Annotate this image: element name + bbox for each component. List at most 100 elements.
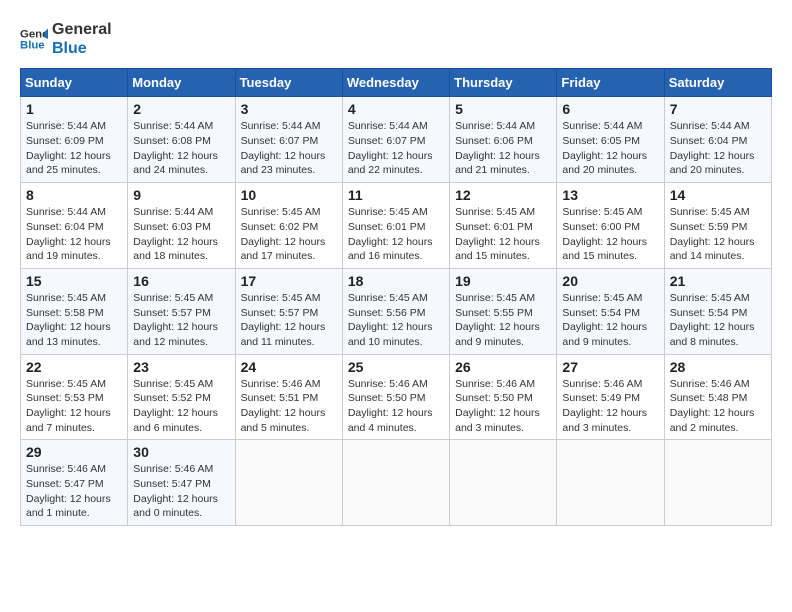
day-info: Sunrise: 5:44 AM Sunset: 6:07 PM Dayligh… bbox=[348, 119, 444, 178]
calendar-cell: 12 Sunrise: 5:45 AM Sunset: 6:01 PM Dayli… bbox=[450, 183, 557, 269]
calendar-cell: 28Sunrise: 5:46 AM Sunset: 5:48 PM Dayli… bbox=[664, 354, 771, 440]
day-number: 19 bbox=[455, 273, 551, 289]
calendar-row: 1 Sunrise: 5:44 AM Sunset: 6:09 PM Daylig… bbox=[21, 97, 772, 183]
calendar-cell: 25 Sunrise: 5:46 AM Sunset: 5:50 PM Dayli… bbox=[342, 354, 449, 440]
day-number: 7 bbox=[670, 101, 766, 117]
calendar-cell: 21 Sunrise: 5:45 AM Sunset: 5:54 PM Dayli… bbox=[664, 268, 771, 354]
day-number: 13 bbox=[562, 187, 658, 203]
calendar-cell: 15Sunrise: 5:45 AM Sunset: 5:58 PM Dayli… bbox=[21, 268, 128, 354]
day-number: 11 bbox=[348, 187, 444, 203]
calendar-cell: 23 Sunrise: 5:45 AM Sunset: 5:52 PM Dayli… bbox=[128, 354, 235, 440]
day-number: 30 bbox=[133, 444, 229, 460]
day-info: Sunrise: 5:45 AM Sunset: 5:54 PM Dayligh… bbox=[670, 291, 766, 350]
day-info: Sunrise: 5:44 AM Sunset: 6:06 PM Dayligh… bbox=[455, 119, 551, 178]
day-info: Sunrise: 5:45 AM Sunset: 6:02 PM Dayligh… bbox=[241, 205, 337, 264]
calendar-cell bbox=[235, 440, 342, 526]
day-number: 18 bbox=[348, 273, 444, 289]
calendar-row: 29Sunrise: 5:46 AM Sunset: 5:47 PM Dayli… bbox=[21, 440, 772, 526]
calendar-cell: 26 Sunrise: 5:46 AM Sunset: 5:50 PM Dayli… bbox=[450, 354, 557, 440]
day-info: Sunrise: 5:46 AM Sunset: 5:50 PM Dayligh… bbox=[455, 377, 551, 436]
day-number: 4 bbox=[348, 101, 444, 117]
logo-general: General bbox=[52, 20, 112, 39]
svg-text:General: General bbox=[20, 28, 48, 40]
weekday-header-thursday: Thursday bbox=[450, 69, 557, 97]
logo: General Blue General Blue bbox=[20, 20, 112, 58]
day-info: Sunrise: 5:44 AM Sunset: 6:09 PM Dayligh… bbox=[26, 119, 122, 178]
day-info: Sunrise: 5:45 AM Sunset: 5:52 PM Dayligh… bbox=[133, 377, 229, 436]
logo-blue: Blue bbox=[52, 39, 112, 58]
day-info: Sunrise: 5:44 AM Sunset: 6:07 PM Dayligh… bbox=[241, 119, 337, 178]
calendar-row: 8 Sunrise: 5:44 AM Sunset: 6:04 PM Daylig… bbox=[21, 183, 772, 269]
calendar-row: 22Sunrise: 5:45 AM Sunset: 5:53 PM Dayli… bbox=[21, 354, 772, 440]
day-number: 20 bbox=[562, 273, 658, 289]
calendar-cell: 2Sunrise: 5:44 AM Sunset: 6:08 PM Daylig… bbox=[128, 97, 235, 183]
day-info: Sunrise: 5:45 AM Sunset: 6:01 PM Dayligh… bbox=[348, 205, 444, 264]
calendar-cell: 11 Sunrise: 5:45 AM Sunset: 6:01 PM Dayli… bbox=[342, 183, 449, 269]
day-number: 26 bbox=[455, 359, 551, 375]
calendar-cell bbox=[450, 440, 557, 526]
calendar-cell: 3 Sunrise: 5:44 AM Sunset: 6:07 PM Daylig… bbox=[235, 97, 342, 183]
calendar-cell bbox=[342, 440, 449, 526]
day-info: Sunrise: 5:44 AM Sunset: 6:03 PM Dayligh… bbox=[133, 205, 229, 264]
day-number: 5 bbox=[455, 101, 551, 117]
day-number: 22 bbox=[26, 359, 122, 375]
day-info: Sunrise: 5:45 AM Sunset: 6:01 PM Dayligh… bbox=[455, 205, 551, 264]
day-number: 15 bbox=[26, 273, 122, 289]
day-number: 23 bbox=[133, 359, 229, 375]
calendar-cell: 1 Sunrise: 5:44 AM Sunset: 6:09 PM Daylig… bbox=[21, 97, 128, 183]
day-number: 1 bbox=[26, 101, 122, 117]
logo-icon: General Blue bbox=[20, 25, 48, 53]
calendar-cell: 22Sunrise: 5:45 AM Sunset: 5:53 PM Dayli… bbox=[21, 354, 128, 440]
day-number: 8 bbox=[26, 187, 122, 203]
calendar-cell: 27Sunrise: 5:46 AM Sunset: 5:49 PM Dayli… bbox=[557, 354, 664, 440]
day-info: Sunrise: 5:46 AM Sunset: 5:51 PM Dayligh… bbox=[241, 377, 337, 436]
calendar-row: 15Sunrise: 5:45 AM Sunset: 5:58 PM Dayli… bbox=[21, 268, 772, 354]
day-number: 3 bbox=[241, 101, 337, 117]
calendar-cell: 17 Sunrise: 5:45 AM Sunset: 5:57 PM Dayli… bbox=[235, 268, 342, 354]
day-info: Sunrise: 5:44 AM Sunset: 6:05 PM Dayligh… bbox=[562, 119, 658, 178]
day-info: Sunrise: 5:44 AM Sunset: 6:04 PM Dayligh… bbox=[670, 119, 766, 178]
calendar-cell: 10 Sunrise: 5:45 AM Sunset: 6:02 PM Dayli… bbox=[235, 183, 342, 269]
weekday-header-saturday: Saturday bbox=[664, 69, 771, 97]
day-info: Sunrise: 5:45 AM Sunset: 5:57 PM Dayligh… bbox=[133, 291, 229, 350]
calendar-cell: 8 Sunrise: 5:44 AM Sunset: 6:04 PM Daylig… bbox=[21, 183, 128, 269]
calendar-cell: 19 Sunrise: 5:45 AM Sunset: 5:55 PM Dayli… bbox=[450, 268, 557, 354]
day-number: 24 bbox=[241, 359, 337, 375]
day-info: Sunrise: 5:45 AM Sunset: 5:57 PM Dayligh… bbox=[241, 291, 337, 350]
calendar-cell: 18Sunrise: 5:45 AM Sunset: 5:56 PM Dayli… bbox=[342, 268, 449, 354]
day-number: 28 bbox=[670, 359, 766, 375]
day-number: 12 bbox=[455, 187, 551, 203]
weekday-header-tuesday: Tuesday bbox=[235, 69, 342, 97]
calendar-header: SundayMondayTuesdayWednesdayThursdayFrid… bbox=[21, 69, 772, 97]
weekday-header-monday: Monday bbox=[128, 69, 235, 97]
day-number: 29 bbox=[26, 444, 122, 460]
calendar-cell: 30Sunrise: 5:46 AM Sunset: 5:47 PM Dayli… bbox=[128, 440, 235, 526]
svg-text:Blue: Blue bbox=[20, 40, 45, 52]
day-number: 9 bbox=[133, 187, 229, 203]
day-info: Sunrise: 5:45 AM Sunset: 5:55 PM Dayligh… bbox=[455, 291, 551, 350]
calendar-body: 1 Sunrise: 5:44 AM Sunset: 6:09 PM Daylig… bbox=[21, 97, 772, 526]
weekday-header-wednesday: Wednesday bbox=[342, 69, 449, 97]
calendar-cell: 24 Sunrise: 5:46 AM Sunset: 5:51 PM Dayli… bbox=[235, 354, 342, 440]
day-number: 6 bbox=[562, 101, 658, 117]
day-info: Sunrise: 5:46 AM Sunset: 5:49 PM Dayligh… bbox=[562, 377, 658, 436]
day-info: Sunrise: 5:45 AM Sunset: 6:00 PM Dayligh… bbox=[562, 205, 658, 264]
calendar-cell bbox=[664, 440, 771, 526]
calendar-cell: 9 Sunrise: 5:44 AM Sunset: 6:03 PM Daylig… bbox=[128, 183, 235, 269]
day-info: Sunrise: 5:45 AM Sunset: 5:59 PM Dayligh… bbox=[670, 205, 766, 264]
calendar-cell: 29Sunrise: 5:46 AM Sunset: 5:47 PM Dayli… bbox=[21, 440, 128, 526]
header-row: SundayMondayTuesdayWednesdayThursdayFrid… bbox=[21, 69, 772, 97]
day-number: 25 bbox=[348, 359, 444, 375]
calendar-cell: 6 Sunrise: 5:44 AM Sunset: 6:05 PM Daylig… bbox=[557, 97, 664, 183]
weekday-header-sunday: Sunday bbox=[21, 69, 128, 97]
day-number: 21 bbox=[670, 273, 766, 289]
calendar-cell bbox=[557, 440, 664, 526]
calendar-table: SundayMondayTuesdayWednesdayThursdayFrid… bbox=[20, 68, 772, 526]
day-info: Sunrise: 5:46 AM Sunset: 5:50 PM Dayligh… bbox=[348, 377, 444, 436]
day-info: Sunrise: 5:44 AM Sunset: 6:04 PM Dayligh… bbox=[26, 205, 122, 264]
calendar-cell: 20Sunrise: 5:45 AM Sunset: 5:54 PM Dayli… bbox=[557, 268, 664, 354]
calendar-cell: 4 Sunrise: 5:44 AM Sunset: 6:07 PM Daylig… bbox=[342, 97, 449, 183]
calendar-cell: 7 Sunrise: 5:44 AM Sunset: 6:04 PM Daylig… bbox=[664, 97, 771, 183]
day-number: 10 bbox=[241, 187, 337, 203]
day-number: 17 bbox=[241, 273, 337, 289]
